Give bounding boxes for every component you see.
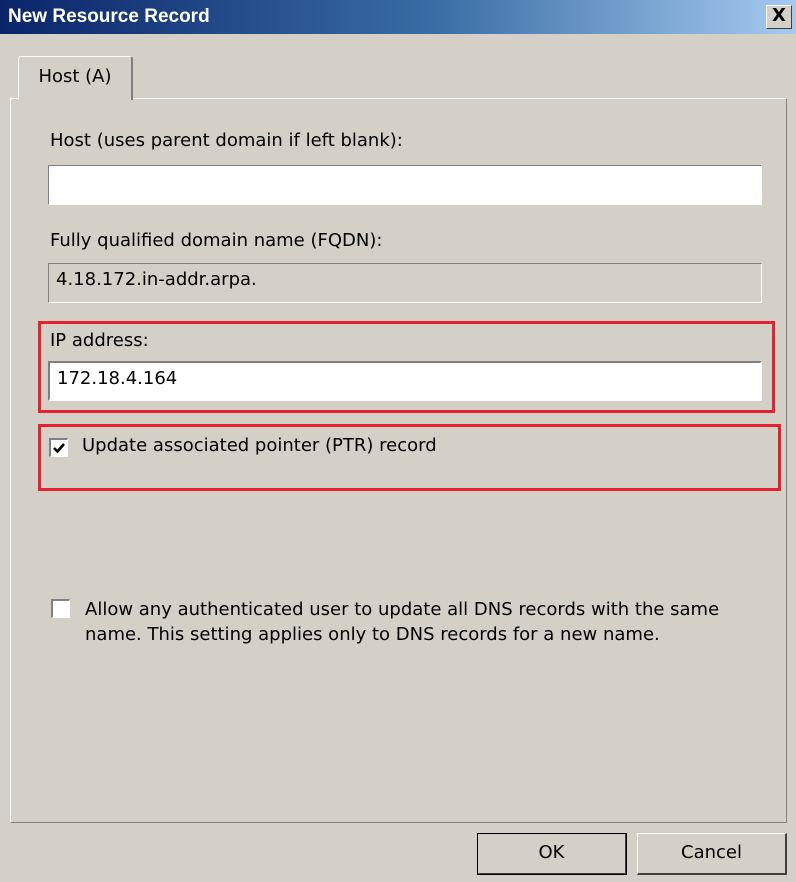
tab-panel <box>10 98 787 823</box>
title-bar[interactable]: New Resource Record X <box>0 0 796 34</box>
close-icon: X <box>772 5 786 26</box>
tab-label: Host (A) <box>38 66 112 87</box>
window-title: New Resource Record <box>8 6 210 27</box>
cancel-button-label: Cancel <box>681 842 742 863</box>
cancel-button[interactable]: Cancel <box>637 833 787 875</box>
ok-button-label: OK <box>538 842 565 863</box>
ok-button[interactable]: OK <box>477 833 627 875</box>
close-button[interactable]: X <box>766 5 792 29</box>
tab-host-a[interactable]: Host (A) <box>18 56 133 100</box>
